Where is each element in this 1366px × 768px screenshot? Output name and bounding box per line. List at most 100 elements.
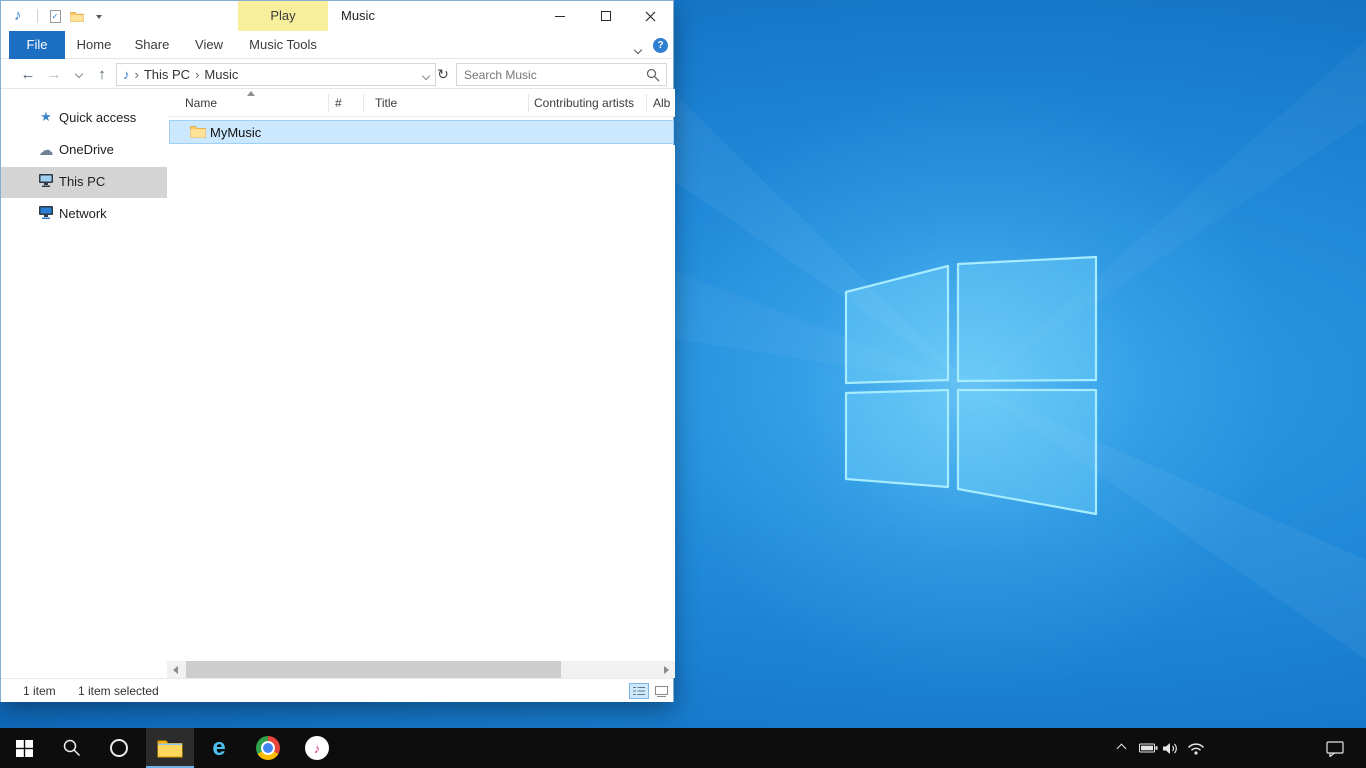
windows-start-icon: [16, 740, 33, 757]
maximize-icon: [601, 11, 611, 21]
status-item-count: 1 item: [23, 684, 56, 698]
column-divider[interactable]: [528, 94, 529, 112]
navigation-pane: ★ Quick access ☁ OneDrive This PC Networ…: [1, 89, 167, 661]
scroll-left-button[interactable]: [167, 661, 184, 678]
search-icon[interactable]: [646, 68, 660, 82]
tray-battery-icon[interactable]: [1136, 728, 1160, 768]
sidebar-item-onedrive[interactable]: ☁ OneDrive: [1, 135, 167, 166]
address-bar[interactable]: ♪ › This PC › Music: [116, 63, 436, 86]
internet-explorer-icon: e: [212, 736, 225, 760]
column-divider[interactable]: [328, 94, 329, 112]
network-icon: [37, 205, 55, 223]
taskbar: e ♪: [0, 728, 1366, 768]
taskbar-chrome-button[interactable]: [244, 728, 292, 768]
maximize-button[interactable]: [583, 1, 629, 31]
ribbon-tabs: File Home Share View Music Tools ?: [1, 31, 673, 59]
large-icons-view-icon: [655, 686, 668, 697]
column-header-album[interactable]: Alb: [653, 96, 670, 110]
column-divider[interactable]: [646, 94, 647, 112]
sort-ascending-icon: [247, 91, 255, 96]
sidebar-item-label: Network: [59, 206, 107, 221]
tab-home[interactable]: Home: [71, 31, 117, 59]
status-selection: 1 item selected: [78, 684, 159, 698]
chrome-icon: [256, 736, 280, 760]
column-headers: Name # Title Contributing artists Alb: [167, 89, 675, 117]
tray-volume-icon[interactable]: [1160, 728, 1182, 768]
search-icon: [63, 739, 81, 757]
refresh-button[interactable]: ↻: [433, 62, 453, 86]
taskbar-itunes-button[interactable]: ♪: [293, 728, 341, 768]
chevron-down-icon: [634, 46, 642, 54]
column-header-number[interactable]: #: [335, 96, 342, 110]
breadcrumb-music[interactable]: Music: [204, 67, 238, 82]
back-button[interactable]: ←: [17, 62, 39, 86]
forward-button[interactable]: →: [43, 62, 65, 86]
explorer-window: ♪ ✓ Play Music File Home Share View Musi…: [0, 0, 674, 702]
properties-icon: ✓: [50, 10, 61, 23]
view-large-icons-button[interactable]: [651, 683, 671, 699]
search-input[interactable]: [457, 64, 637, 85]
tray-network-icon[interactable]: [1184, 728, 1208, 768]
cloud-icon: ☁: [37, 141, 55, 159]
window-title: Music: [341, 1, 375, 31]
view-details-button[interactable]: [629, 683, 649, 699]
location-music-icon: ♪: [123, 67, 130, 82]
ribbon-expand-button[interactable]: [635, 41, 641, 56]
recent-locations-button[interactable]: [71, 62, 87, 86]
triangle-left-icon: [173, 666, 178, 674]
music-note-icon: ♪: [14, 7, 22, 24]
chevron-down-icon: [96, 15, 102, 19]
taskbar-explorer-button[interactable]: [146, 728, 194, 768]
star-icon: ★: [37, 109, 55, 125]
close-icon: [645, 11, 656, 22]
tray-show-hidden-button[interactable]: [1110, 728, 1132, 768]
minimize-button[interactable]: [537, 1, 583, 31]
sidebar-item-label: OneDrive: [59, 142, 114, 157]
search-box: [456, 63, 667, 86]
scrollbar-thumb[interactable]: [186, 661, 561, 678]
title-bar[interactable]: ♪ ✓ Play Music: [1, 1, 673, 31]
sidebar-item-quick-access[interactable]: ★ Quick access: [1, 103, 167, 134]
folder-icon: [190, 125, 206, 141]
status-bar: 1 item 1 item selected: [1, 678, 673, 702]
triangle-right-icon: [664, 666, 669, 674]
qat-new-folder-button[interactable]: [69, 9, 85, 24]
scroll-right-button[interactable]: [658, 661, 675, 678]
cortana-button[interactable]: [95, 728, 143, 768]
help-button[interactable]: ?: [653, 38, 668, 53]
sidebar-item-label: Quick access: [59, 110, 136, 125]
sidebar-item-network[interactable]: Network: [1, 199, 167, 230]
tab-music-tools[interactable]: Music Tools: [238, 31, 328, 59]
column-header-artists[interactable]: Contributing artists: [534, 96, 634, 110]
tab-view[interactable]: View: [187, 31, 231, 59]
file-list-background[interactable]: [167, 145, 675, 661]
itunes-icon: ♪: [305, 736, 329, 760]
file-row-mymusic[interactable]: MyMusic: [169, 120, 674, 144]
chevron-down-icon: [75, 70, 83, 78]
qat-properties-button[interactable]: ✓: [47, 9, 63, 24]
file-explorer-icon: [157, 738, 183, 758]
sidebar-item-label: This PC: [59, 174, 105, 189]
up-button[interactable]: ↑: [91, 62, 113, 86]
start-button[interactable]: [0, 728, 48, 768]
sidebar-item-this-pc[interactable]: This PC: [1, 167, 167, 198]
taskbar-search-button[interactable]: [48, 728, 96, 768]
breadcrumb-separator: ›: [195, 67, 199, 82]
folder-icon: [70, 11, 84, 22]
close-button[interactable]: [627, 1, 673, 31]
address-dropdown-button[interactable]: [423, 67, 429, 82]
qat-divider: [37, 9, 38, 23]
chevron-up-icon: [1116, 743, 1126, 753]
chevron-down-icon: [422, 72, 430, 80]
breadcrumb-this-pc[interactable]: This PC: [144, 67, 190, 82]
tab-share[interactable]: Share: [129, 31, 175, 59]
column-header-title[interactable]: Title: [375, 96, 397, 110]
taskbar-ie-button[interactable]: e: [195, 728, 243, 768]
qat-customize-button[interactable]: [91, 9, 107, 24]
contextual-tab-header[interactable]: Play: [238, 1, 328, 31]
action-center-button[interactable]: [1318, 728, 1352, 768]
horizontal-scrollbar[interactable]: [167, 661, 675, 678]
column-divider[interactable]: [363, 94, 364, 112]
tab-file[interactable]: File: [9, 31, 65, 59]
column-header-name[interactable]: Name: [185, 96, 217, 110]
